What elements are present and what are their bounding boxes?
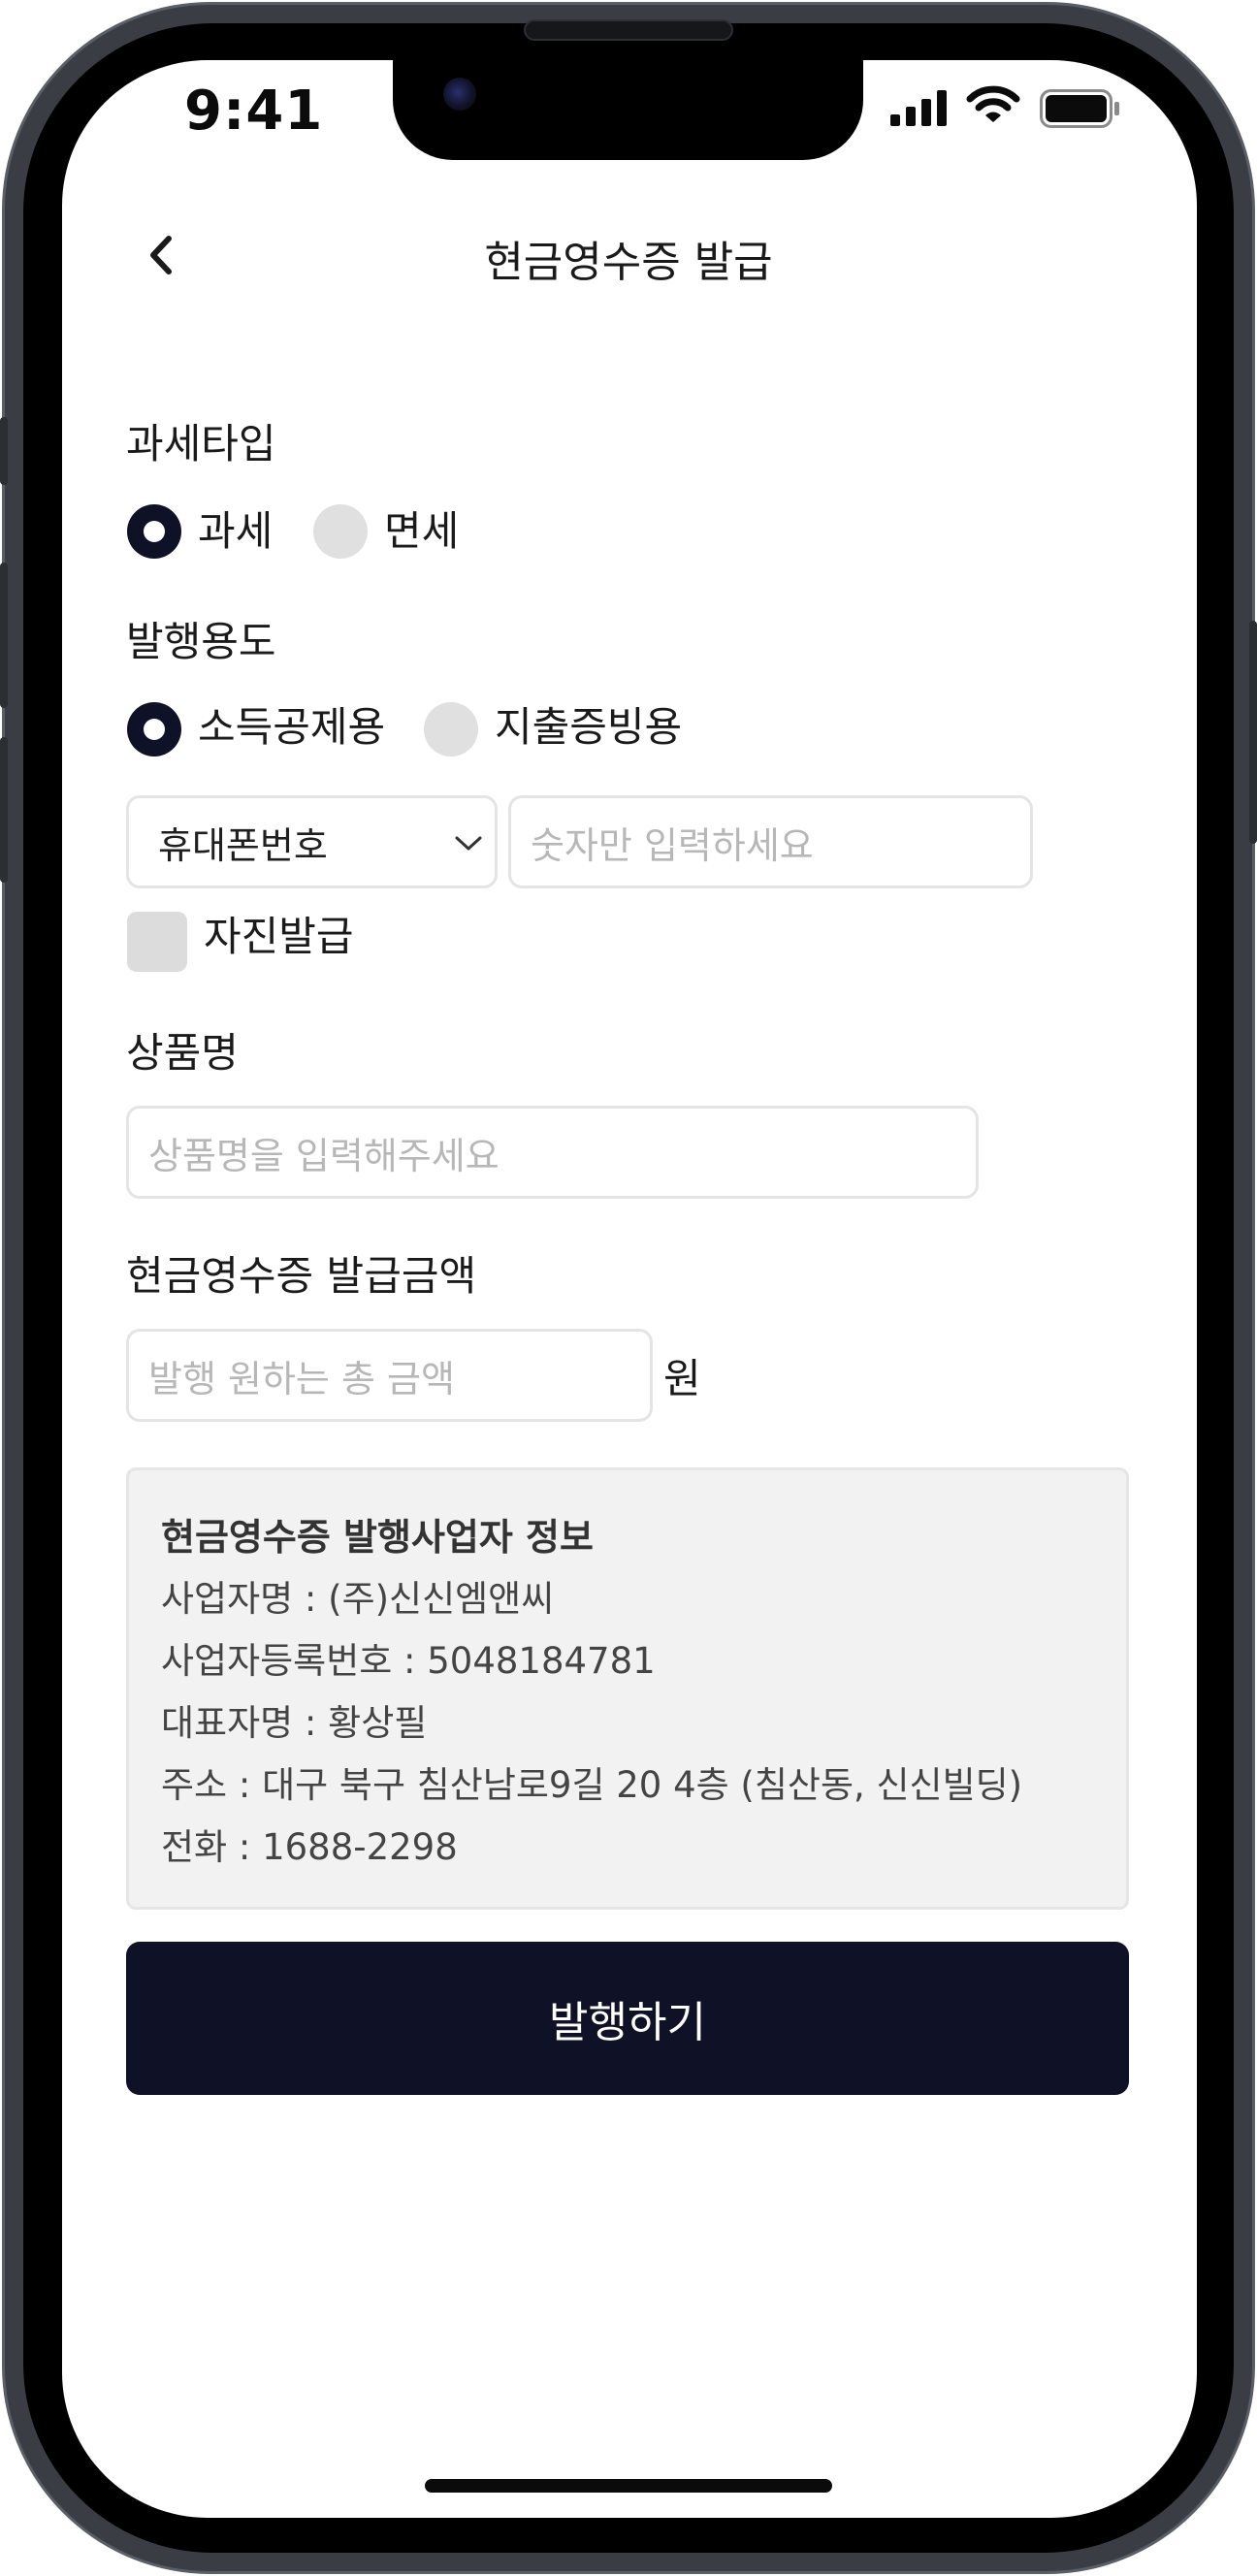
chevron-down-icon	[455, 836, 482, 851]
radio-income-deduction-label[interactable]: 소득공제용	[198, 694, 385, 754]
id-type-select[interactable]: 휴대폰번호	[126, 795, 498, 888]
radio-tax-free[interactable]	[313, 504, 368, 559]
radio-expense-proof[interactable]	[424, 702, 478, 757]
signal-icon	[890, 89, 949, 128]
product-name-input[interactable]: 상품명을 입력해주세요	[126, 1106, 979, 1199]
issuer-address: 주소 : 대구 북구 침산남로9길 20 4층 (침산동, 신신빌딩)	[161, 1764, 1023, 1806]
earpiece-speaker	[524, 19, 733, 41]
product-label: 상품명	[126, 1029, 239, 1077]
page-title: 현금영수증 발급	[484, 238, 773, 287]
amount-placeholder: 발행 원하는 총 금액	[148, 1357, 455, 1401]
radio-taxable[interactable]	[127, 504, 181, 559]
amount-input[interactable]: 발행 원하는 총 금액	[126, 1329, 653, 1422]
status-time: 9:41	[184, 80, 324, 143]
amount-label: 현금영수증 발급금액	[126, 1252, 477, 1300]
radio-expense-proof-label[interactable]: 지출증빙용	[495, 694, 682, 754]
issue-button[interactable]: 발행하기	[126, 1942, 1129, 2095]
radio-income-deduction[interactable]	[127, 702, 181, 757]
issuer-business-name: 사업자명 : (주)신신엠앤씨	[161, 1578, 555, 1620]
power-button	[1249, 621, 1257, 844]
volume-down-button	[0, 737, 8, 883]
issuer-info-title: 현금영수증 발행사업자 정보	[161, 1516, 594, 1559]
volume-up-button	[0, 563, 8, 708]
id-number-placeholder: 숫자만 입력하세요	[531, 823, 814, 867]
issue-button-label: 발행하기	[549, 1998, 706, 2047]
tax-type-label: 과세타입	[126, 420, 276, 467]
product-name-placeholder: 상품명을 입력해주세요	[148, 1134, 500, 1177]
mute-switch	[0, 417, 8, 485]
issuer-registration-number: 사업자등록번호 : 5048184781	[161, 1640, 656, 1682]
amount-unit: 원	[663, 1355, 701, 1402]
radio-tax-free-label[interactable]: 면세	[384, 499, 459, 558]
radio-taxable-label[interactable]: 과세	[198, 499, 273, 558]
issuer-phone: 전화 : 1688-2298	[161, 1826, 458, 1868]
id-number-input[interactable]: 숫자만 입력하세요	[508, 795, 1033, 888]
issuer-representative: 대표자명 : 황상필	[161, 1702, 428, 1744]
wifi-icon	[966, 85, 1020, 126]
battery-icon	[1040, 89, 1121, 128]
id-type-select-value: 휴대폰번호	[158, 823, 328, 867]
purpose-label: 발행용도	[126, 618, 276, 665]
self-issue-label[interactable]: 자진발급	[204, 904, 354, 963]
home-indicator[interactable]	[425, 2479, 832, 2493]
self-issue-checkbox[interactable]	[127, 912, 187, 972]
front-camera	[443, 78, 476, 111]
